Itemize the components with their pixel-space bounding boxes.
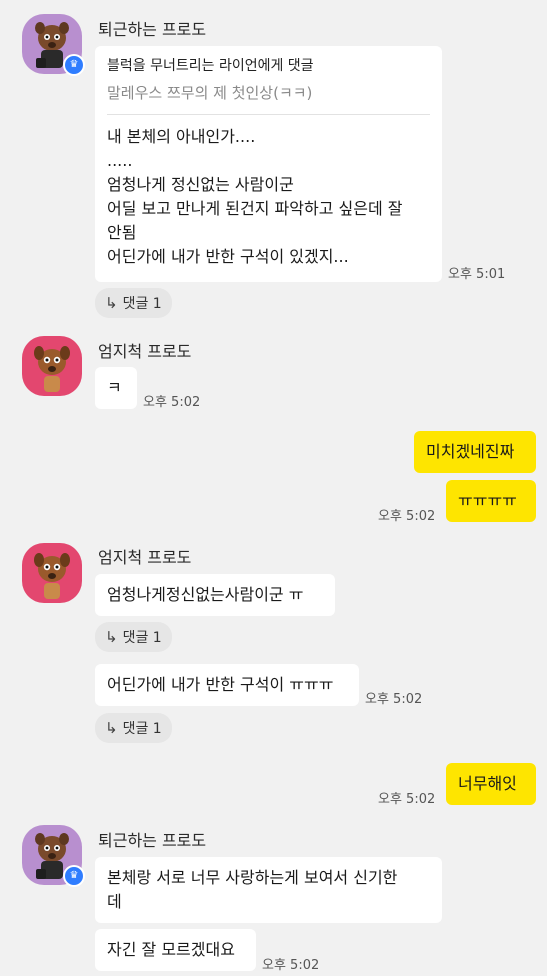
reply-arrow-icon: ↳ [105, 628, 118, 646]
message-time: 오후 5:02 [378, 509, 436, 524]
message-text: 어딘가에 내가 반한 구석이 ㅠㅠㅠ [107, 675, 334, 694]
my-message-bubble[interactable]: ㅠㅠㅠㅠ [446, 480, 536, 522]
message-bubble[interactable]: 블럭을 무너트리는 라이언에게 댓글 말레우스 쯔무의 제 첫인상(ㅋㅋ) 내 … [95, 46, 442, 282]
reply-quote[interactable]: 블럭을 무너트리는 라이언에게 댓글 말레우스 쯔무의 제 첫인상(ㅋㅋ) [107, 56, 430, 104]
reply-count-button[interactable]: ↳ 댓글 1 [95, 288, 172, 318]
message-bubble[interactable]: 엄청나게정신없는사람이군 ㅠ [95, 574, 335, 616]
my-message-bubble[interactable]: 미치겠네진짜 [414, 431, 536, 473]
reply-count-label: 댓글 1 [122, 630, 162, 646]
verified-crown-icon: ♛ [63, 865, 85, 887]
message-bubble[interactable]: 본체랑 서로 너무 사랑하는게 보여서 신기한 데 [95, 857, 442, 923]
message-text: 너무해잇 [458, 774, 517, 793]
reply-count-button[interactable]: ↳ 댓글 1 [95, 713, 172, 743]
message-line: 내 본체의 아내인가.... [107, 127, 256, 146]
quote-divider [107, 114, 430, 115]
sender-name: 엄지척 프로도 [98, 342, 192, 361]
message-text: 자긴 잘 모르겠대요 [107, 940, 235, 959]
reply-count-button[interactable]: ↳ 댓글 1 [95, 622, 172, 652]
quote-subtitle: 말레우스 쯔무의 제 첫인상(ㅋㅋ) [107, 84, 313, 102]
reply-arrow-icon: ↳ [105, 719, 118, 737]
message-line: 어딘가에 내가 반한 구석이 있겠지... [107, 247, 349, 266]
message-text: ㅠㅠㅠㅠ [458, 491, 517, 510]
message-line: ..... [107, 151, 133, 170]
verified-crown-icon: ♛ [63, 54, 85, 76]
message-time: 오후 5:02 [365, 692, 423, 707]
message-bubble[interactable]: 자긴 잘 모르겠대요 [95, 929, 256, 971]
reply-count-label: 댓글 1 [122, 296, 162, 312]
message-time: 오후 5:02 [378, 792, 436, 807]
message-line: 어딜 보고 만나게 된건지 파악하고 싶은데 잘 [107, 199, 403, 218]
message-line: 데 [107, 892, 122, 911]
message-text: ㅋ [107, 378, 122, 397]
message-time: 오후 5:02 [262, 958, 320, 973]
reply-count-label: 댓글 1 [122, 721, 162, 737]
quote-title: 블럭을 무너트리는 라이언에게 댓글 [107, 58, 314, 74]
frodo-character-icon [34, 553, 70, 599]
message-line: 안됨 [107, 223, 137, 242]
sender-name: 퇴근하는 프로도 [98, 20, 207, 39]
message-text: 미치겠네진짜 [426, 442, 515, 461]
message-text: 내 본체의 아내인가.... ..... 엄청나게 정신없는 사람이군 어딜 보… [107, 125, 430, 269]
frodo-character-icon [34, 346, 70, 392]
message-time: 오후 5:01 [448, 267, 506, 282]
message-line: 엄청나게 정신없는 사람이군 [107, 175, 294, 194]
message-bubble[interactable]: ㅋ [95, 367, 137, 409]
message-line: 본체랑 서로 너무 사랑하는게 보여서 신기한 [107, 868, 398, 887]
message-text: 엄청나게정신없는사람이군 ㅠ [107, 585, 304, 604]
avatar[interactable] [22, 543, 82, 603]
sender-name: 엄지척 프로도 [98, 548, 192, 567]
reply-arrow-icon: ↳ [105, 294, 118, 312]
sender-name: 퇴근하는 프로도 [98, 831, 207, 850]
message-time: 오후 5:02 [143, 395, 201, 410]
my-message-bubble[interactable]: 너무해잇 [446, 763, 536, 805]
avatar[interactable] [22, 336, 82, 396]
message-bubble[interactable]: 어딘가에 내가 반한 구석이 ㅠㅠㅠ [95, 664, 359, 706]
